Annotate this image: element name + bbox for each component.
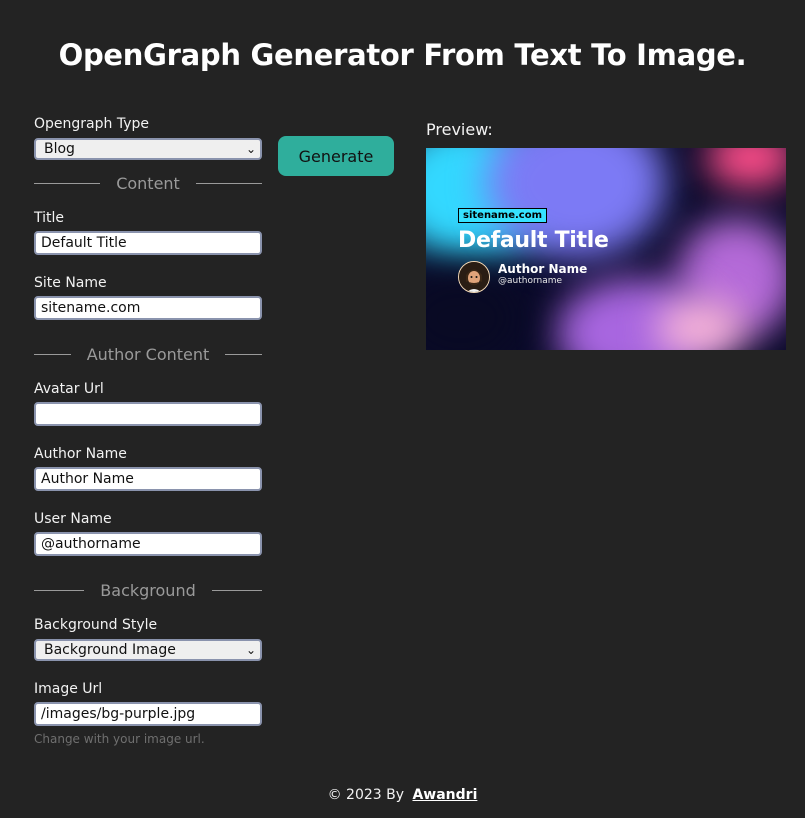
bg-blob [706,148,786,188]
avatar-url-input[interactable] [34,402,262,426]
opengraph-type-label: Opengraph Type [34,116,149,132]
avatar-face-icon [459,262,489,292]
divider-line [34,182,101,184]
author-divider: Author Content [34,344,262,364]
site-name-label: Site Name [34,275,107,291]
chevron-down-icon: ⌄ [245,643,256,657]
opengraph-type-select[interactable]: Blog ⌄ [34,138,262,160]
divider-line [211,589,263,591]
divider-line [34,353,71,355]
footer: © 2023 By Awandri [0,787,805,803]
background-style-select[interactable]: Background Image ⌄ [34,639,262,661]
opengraph-type-value: Blog [44,141,75,157]
site-name-input[interactable]: sitename.com [34,296,262,320]
author-name-input[interactable]: Author Name [34,467,262,491]
user-name-input[interactable]: @authorname [34,532,262,556]
divider-line [195,182,263,184]
background-style-label: Background Style [34,617,158,633]
content-divider-label: Content [116,173,180,193]
background-divider-label: Background [100,580,196,600]
chevron-down-icon: ⌄ [245,142,256,156]
page-title: OpenGraph Generator From Text To Image. [58,38,747,72]
image-url-label: Image Url [34,681,103,697]
divider-line [225,353,262,355]
content-divider: Content [34,173,263,193]
background-style-value: Background Image [44,642,176,658]
bg-blob [656,298,746,350]
generate-button[interactable]: Generate [278,136,394,176]
avatar-url-label: Avatar Url [34,381,104,397]
title-label: Title [34,210,65,226]
user-name-label: User Name [34,511,112,527]
og-preview-image: sitename.com Default Title Author Name @… [426,148,786,350]
og-author-name: Author Name [498,262,588,276]
avatar [458,261,490,293]
title-input[interactable]: Default Title [34,231,262,255]
author-link[interactable]: Awandri [412,787,477,803]
image-url-hint: Change with your image url. [34,732,205,746]
og-title: Default Title [458,228,609,253]
footer-text: © 2023 By [327,787,405,803]
og-form: Opengraph Type Blog ⌄ Content Title Defa… [34,116,263,746]
og-user-name: @authorname [498,276,563,286]
author-name-label: Author Name [34,446,127,462]
og-site-badge: sitename.com [458,208,548,223]
preview-label: Preview: [426,120,493,139]
author-divider-label: Author Content [86,344,210,364]
divider-line [34,589,85,591]
background-divider: Background [34,580,263,600]
image-url-input[interactable]: /images/bg-purple.jpg [34,702,262,726]
